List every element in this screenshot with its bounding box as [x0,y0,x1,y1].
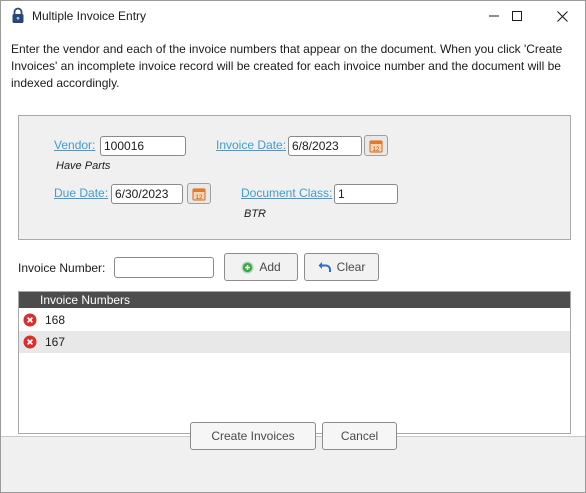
invoice-numbers-column-header: Invoice Numbers [40,293,131,307]
invoice-details-group: Vendor: 100016 Have Parts Invoice Date: … [18,115,571,240]
document-class-field[interactable]: 1 [334,184,398,204]
due-date-field[interactable]: 6/30/2023 [111,184,183,204]
invoice-number-cell: 168 [45,313,66,327]
vendor-name: Have Parts [56,160,111,172]
table-row[interactable]: 167 [19,331,570,353]
window-title: Multiple Invoice Entry [32,9,147,23]
invoice-numbers-grid: Invoice Numbers 168 167 [18,291,571,434]
add-button[interactable]: Add [224,253,298,281]
cancel-button[interactable]: Cancel [322,422,397,450]
calendar-icon: 12 [192,187,206,201]
create-invoices-button[interactable]: Create Invoices [190,422,316,450]
grid-header[interactable]: Invoice Numbers [19,292,570,308]
svg-text:12: 12 [373,147,380,153]
lock-icon [11,7,25,24]
vendor-field[interactable]: 100016 [100,136,186,156]
create-invoices-label: Create Invoices [211,429,295,443]
delete-x-icon[interactable] [23,313,37,327]
invoice-date-link[interactable]: Invoice Date: [216,138,286,152]
undo-arrow-icon [318,262,331,272]
plus-circle-icon [241,261,254,273]
cancel-label: Cancel [340,429,379,443]
close-button[interactable] [539,1,585,31]
svg-text:12: 12 [196,195,203,201]
document-class-name: BTR [244,208,266,220]
table-row[interactable]: 168 [19,309,570,331]
invoice-number-cell: 167 [45,335,66,349]
add-button-label: Add [259,260,281,274]
invoice-number-label: Invoice Number: [18,261,106,275]
multiple-invoice-entry-window: Multiple Invoice Entry Enter the vendor … [0,0,586,493]
due-date-calendar-button[interactable]: 12 [187,183,211,204]
due-date-link[interactable]: Due Date: [54,186,108,200]
clear-button-label: Clear [336,260,366,274]
delete-x-icon[interactable] [23,335,37,349]
invoice-number-input[interactable] [114,257,214,278]
instructions-text: Enter the vendor and each of the invoice… [11,42,563,90]
dialog-content: Enter the vendor and each of the invoice… [1,31,585,436]
invoice-date-calendar-button[interactable]: 12 [364,135,388,156]
calendar-icon: 12 [369,139,383,153]
maximize-icon [512,11,522,21]
close-icon [556,10,568,22]
vendor-link[interactable]: Vendor: [54,138,95,152]
invoice-date-field[interactable]: 6/8/2023 [288,136,362,156]
maximize-button[interactable] [494,1,540,31]
document-class-link[interactable]: Document Class: [241,186,332,200]
clear-button[interactable]: Clear [304,253,379,281]
title-bar[interactable]: Multiple Invoice Entry [1,1,585,31]
